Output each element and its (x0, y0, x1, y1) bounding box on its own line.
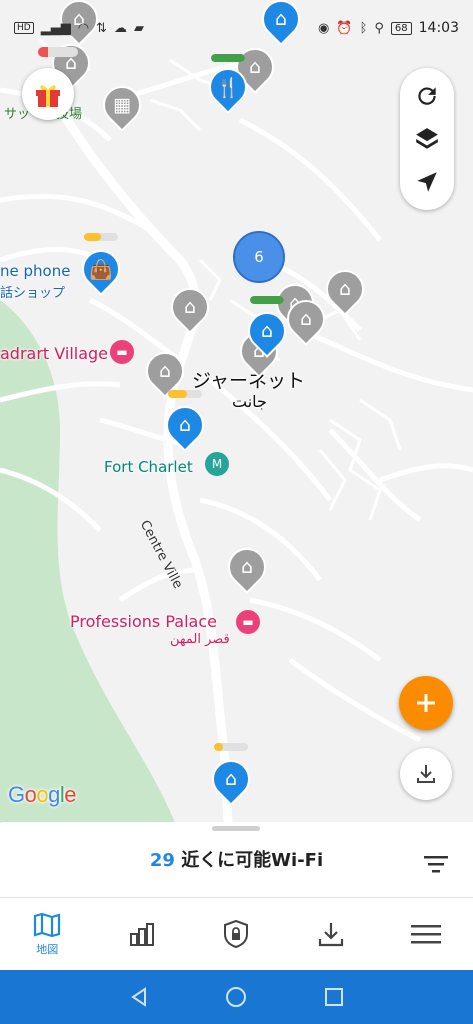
home-icon: ⌂ (158, 360, 172, 382)
bottom-nav: 地図 (0, 898, 473, 970)
layers-button[interactable] (407, 119, 447, 159)
wifi-pin-gray[interactable]: ▦ (95, 78, 149, 132)
offline-download-button[interactable] (400, 748, 452, 800)
wifi-pin-blue[interactable]: 👜 (74, 242, 128, 296)
nav-downloads[interactable] (284, 898, 379, 970)
home-icon: ⌂ (224, 768, 238, 790)
nearby-wifi-summary[interactable]: 29 近くに可能Wi-Fi (0, 846, 473, 872)
phone-shop-label[interactable]: ne phone (0, 262, 70, 280)
filter-button[interactable] (420, 848, 452, 880)
museum-icon[interactable]: M (205, 452, 229, 476)
home-icon: ⌂ (299, 308, 313, 330)
hotel-icon[interactable]: ▬ (236, 610, 260, 634)
my-location-button[interactable] (407, 162, 447, 202)
speed-bar (250, 296, 284, 304)
speed-bar (84, 233, 118, 241)
download-icon (318, 923, 344, 947)
restaurant-icon: 🍴 (216, 76, 240, 99)
shopping-bag-icon: 👜 (89, 258, 113, 281)
nav-vpn[interactable] (189, 898, 284, 970)
home-icon: ⌂ (274, 8, 288, 30)
wifi-pin-gray[interactable]: ⌂ (318, 262, 372, 316)
home-icon: ⌂ (240, 556, 254, 578)
home-circle-icon[interactable] (225, 986, 247, 1008)
wifi-pin-blue[interactable]: ⌂ (158, 398, 212, 452)
phone-shop-label-ja[interactable]: 話ショップ (0, 282, 65, 301)
nearby-count: 29 (149, 850, 175, 871)
filter-icon (424, 856, 448, 873)
google-logo: Google (8, 782, 77, 807)
map-controls (400, 68, 454, 210)
pin-cluster[interactable]: 6 (233, 231, 285, 283)
speed-bar (168, 390, 202, 398)
hotel-icon[interactable]: ▬ (110, 340, 134, 364)
shield-lock-icon (224, 919, 249, 949)
building-icon: ▦ (113, 94, 131, 116)
speed-bar (211, 54, 245, 62)
speed-bar (214, 743, 248, 751)
sheet-grabber[interactable] (212, 826, 260, 831)
wifi-pin-gray[interactable]: ⌂ (279, 292, 333, 346)
home-icon: ⌂ (178, 414, 192, 436)
home-icon: ⌂ (183, 296, 197, 318)
wifi-pin-gray[interactable]: ⌂ (52, 0, 106, 46)
plus-icon (417, 694, 435, 712)
menu-icon (410, 925, 441, 944)
navigation-arrow-icon (417, 172, 437, 193)
layers-icon (416, 128, 438, 149)
village-label[interactable]: adrart Village (0, 344, 108, 363)
wifi-pin-blue[interactable]: ⌂ (240, 304, 294, 358)
refresh-button[interactable] (407, 76, 447, 116)
gift-icon (36, 85, 60, 107)
home-icon: ⌂ (72, 8, 86, 30)
nav-menu[interactable] (378, 898, 473, 970)
wifi-pin-blue[interactable]: ⌂ (254, 0, 308, 46)
nav-map[interactable]: 地図 (0, 898, 95, 970)
recents-icon[interactable] (323, 986, 345, 1008)
map-icon (34, 912, 61, 937)
home-icon: ⌂ (260, 320, 274, 342)
back-icon[interactable] (128, 986, 150, 1008)
add-hotspot-button[interactable] (399, 676, 453, 730)
gift-progress-bar (38, 47, 78, 57)
palace-label[interactable]: Professions Palace (70, 612, 217, 631)
nav-stats[interactable] (95, 898, 190, 970)
wifi-pin-gray[interactable]: ⌂ (220, 540, 274, 594)
wifi-pin-blue[interactable]: 🍴 (201, 60, 255, 114)
refresh-icon (418, 86, 436, 105)
wifi-pin-blue[interactable]: ⌂ (204, 752, 258, 806)
download-icon (417, 765, 435, 783)
palace-label-ar[interactable]: قصر المهن (170, 632, 230, 647)
city-label-ar: جانت (232, 392, 267, 411)
wifi-pin-gray[interactable]: ⌂ (163, 280, 217, 334)
nav-map-label: 地図 (36, 942, 59, 956)
home-icon: ⌂ (338, 278, 352, 300)
system-nav-bar (0, 970, 473, 1024)
chart-icon (129, 923, 154, 946)
gift-button[interactable] (22, 68, 74, 120)
fort-label[interactable]: Fort Charlet (104, 458, 193, 476)
nearby-text: 近くに可能Wi-Fi (181, 850, 324, 871)
